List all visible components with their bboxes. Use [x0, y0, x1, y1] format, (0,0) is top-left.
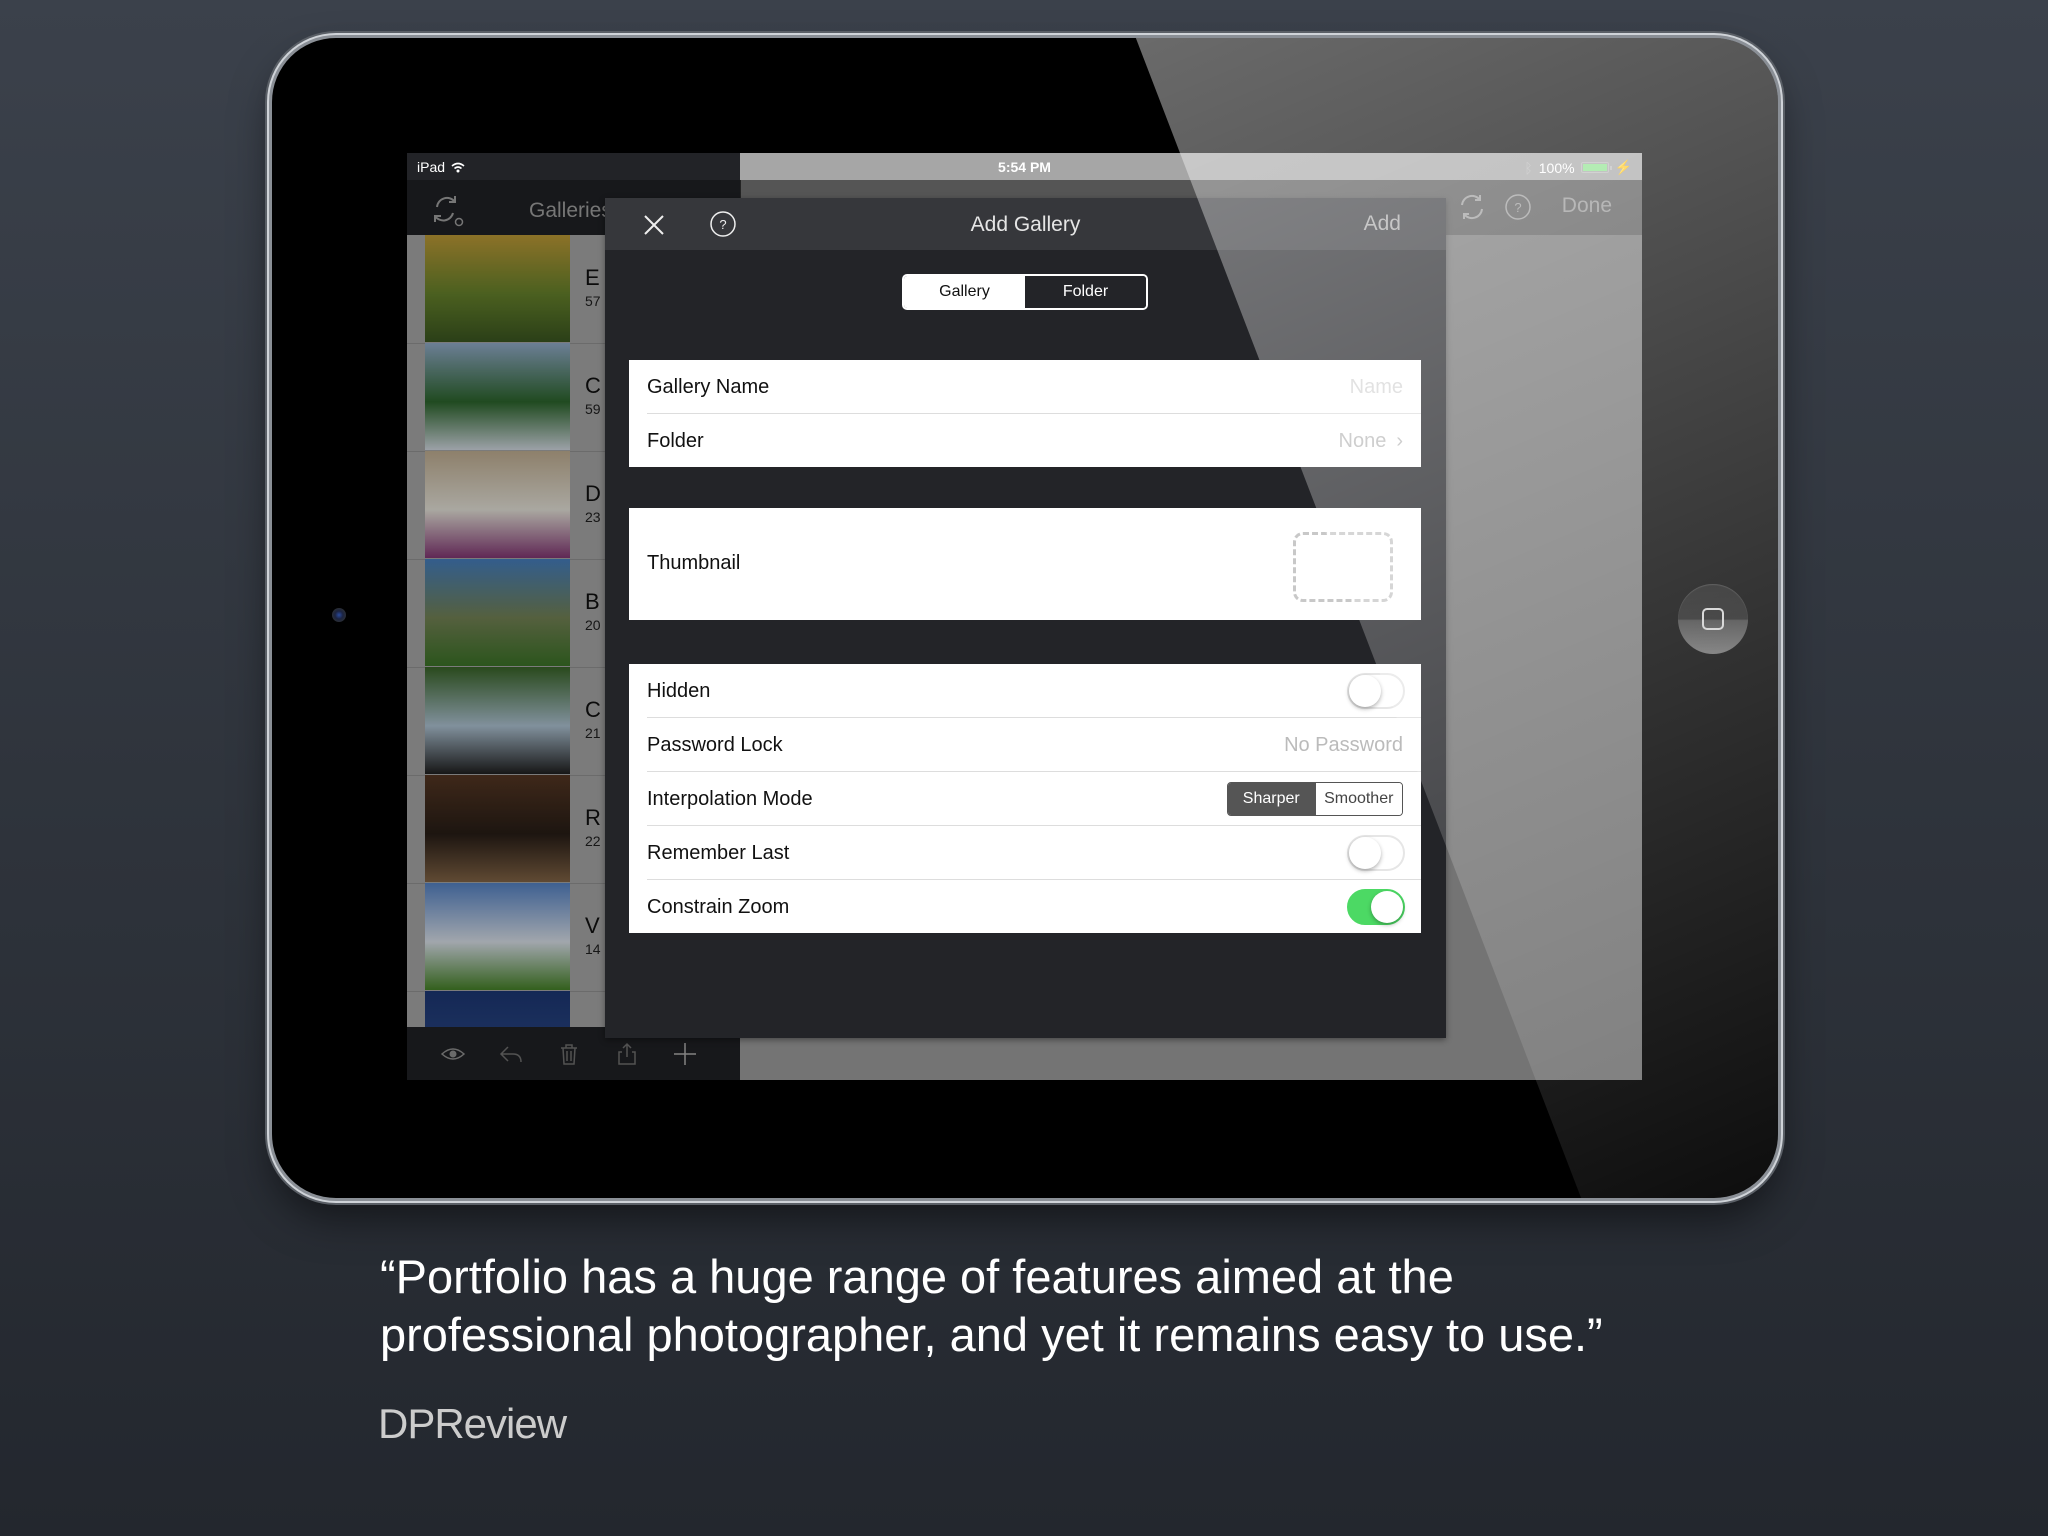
gallery-count: 22 — [585, 833, 601, 849]
share-icon[interactable] — [615, 1042, 639, 1066]
password-value: No Password — [1284, 734, 1403, 756]
gallery-name-input[interactable]: Name — [1350, 376, 1403, 399]
home-square-icon — [1702, 608, 1724, 630]
thumbnail-row[interactable]: Thumbnail — [647, 508, 1421, 620]
constrain-row: Constrain Zoom — [647, 880, 1421, 933]
segment-sharper[interactable]: Sharper — [1228, 783, 1315, 815]
gallery-count: 21 — [585, 725, 601, 741]
gallery-name-label: Gallery Name — [647, 376, 770, 398]
gallery-thumbnail — [425, 343, 570, 450]
password-label: Password Lock — [647, 734, 783, 756]
clock: 5:54 PM — [998, 159, 1051, 175]
front-camera — [332, 608, 346, 622]
modal-header: ? Add Gallery Add — [605, 198, 1446, 250]
help-icon[interactable]: ? — [1504, 193, 1532, 221]
hidden-toggle[interactable] — [1347, 673, 1405, 709]
review-quote: “Portfolio has a huge range of features … — [380, 1248, 1780, 1364]
thumbnail-group: Thumbnail — [629, 508, 1421, 620]
segment-gallery[interactable]: Gallery — [904, 276, 1025, 308]
interpolation-segmented-control: Sharper Smoother — [1227, 782, 1403, 816]
gallery-thumbnail — [425, 235, 570, 342]
gallery-count: 57 — [585, 293, 601, 309]
interpolation-label: Interpolation Mode — [647, 788, 813, 810]
battery-percent: 100% — [1538, 159, 1575, 176]
ipad-frame: iPad 5:54 PM ᛒ 100% ⚡ Galleries E 57 C 5… — [272, 38, 1778, 1198]
hidden-row: Hidden — [647, 664, 1421, 718]
quote-line-2: professional photographer, and yet it re… — [380, 1308, 1603, 1361]
done-button[interactable]: Done — [1562, 194, 1612, 218]
remember-row: Remember Last — [647, 826, 1421, 880]
eye-icon[interactable] — [441, 1042, 465, 1066]
segment-smoother[interactable]: Smoother — [1314, 783, 1402, 815]
remember-toggle[interactable] — [1347, 835, 1405, 871]
gallery-thumbnail — [425, 667, 570, 774]
sidebar-title: Galleries — [529, 199, 612, 222]
folder-row[interactable]: Folder None › — [647, 414, 1421, 467]
folder-value: None — [1338, 430, 1387, 452]
hidden-label: Hidden — [647, 680, 711, 702]
ipad-screen: iPad 5:54 PM ᛒ 100% ⚡ Galleries E 57 C 5… — [407, 153, 1642, 1080]
quote-source: DPReview — [378, 1400, 567, 1447]
segment-folder[interactable]: Folder — [1025, 276, 1146, 308]
gallery-name: E — [585, 265, 600, 290]
folder-label: Folder — [647, 430, 704, 452]
gallery-name: C — [585, 373, 601, 398]
gallery-name: C — [585, 697, 601, 722]
add-icon[interactable] — [673, 1042, 697, 1066]
name-folder-group: Gallery Name Name Folder None › — [629, 360, 1421, 467]
thumbnail-label: Thumbnail — [647, 552, 741, 574]
interpolation-row: Interpolation Mode Sharper Smoother — [647, 772, 1421, 826]
type-segmented-control: Gallery Folder — [902, 274, 1148, 310]
chevron-right-icon: › — [1396, 430, 1403, 452]
gallery-name: D — [585, 481, 601, 506]
options-group: Hidden Password Lock No Password Interpo… — [629, 664, 1421, 933]
quote-line-1: “Portfolio has a huge range of features … — [380, 1250, 1454, 1303]
svg-text:?: ? — [1514, 200, 1521, 215]
thumbnail-placeholder[interactable] — [1293, 532, 1393, 602]
status-bar: iPad 5:54 PM ᛒ 100% ⚡ — [407, 153, 1642, 180]
add-button[interactable]: Add — [1364, 212, 1401, 236]
gallery-thumbnail — [425, 559, 570, 666]
bluetooth-icon: ᛒ — [1524, 159, 1533, 176]
add-gallery-modal: ? Add Gallery Add Gallery Folder Gallery… — [605, 198, 1446, 1038]
gallery-thumbnail — [425, 883, 570, 990]
gallery-name: R — [585, 805, 601, 830]
constrain-toggle[interactable] — [1347, 889, 1405, 925]
battery-icon — [1580, 162, 1612, 173]
home-button[interactable] — [1678, 584, 1748, 654]
charging-icon: ⚡ — [1614, 159, 1632, 175]
modal-title: Add Gallery — [970, 213, 1081, 236]
refresh-icon[interactable] — [1457, 192, 1487, 222]
gallery-count: 23 — [585, 509, 601, 525]
gallery-count: 20 — [585, 617, 601, 633]
trash-icon[interactable] — [557, 1042, 581, 1066]
gallery-thumbnail — [425, 775, 570, 882]
password-row[interactable]: Password Lock No Password — [647, 718, 1421, 772]
gallery-name-row[interactable]: Gallery Name Name — [647, 360, 1421, 414]
gallery-count: 14 — [585, 941, 601, 957]
remember-label: Remember Last — [647, 842, 790, 864]
reply-icon[interactable] — [499, 1042, 523, 1066]
sync-settings-icon[interactable] — [431, 193, 465, 227]
gallery-name: B — [585, 589, 600, 614]
gallery-thumbnail — [425, 451, 570, 558]
constrain-label: Constrain Zoom — [647, 896, 790, 918]
gallery-count: 59 — [585, 401, 601, 417]
gallery-name: V — [585, 913, 600, 938]
